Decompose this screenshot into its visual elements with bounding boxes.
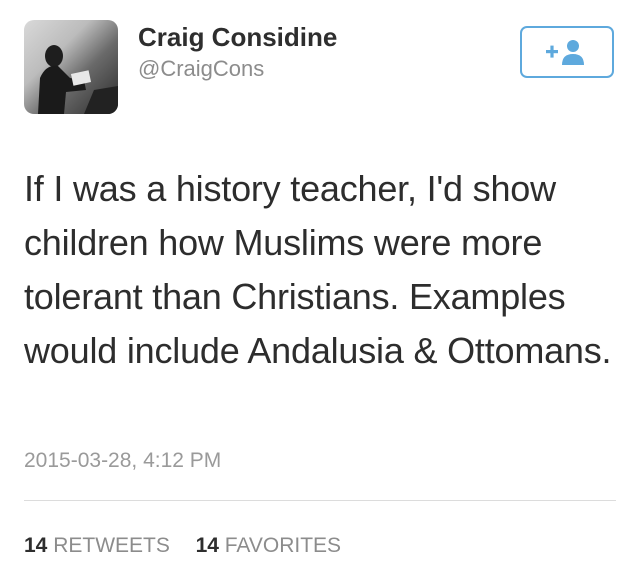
tweet-stats: 14 RETWEETS 14 FAVORITES xyxy=(24,534,341,558)
add-user-icon xyxy=(546,40,584,65)
divider xyxy=(24,500,616,501)
tweet-timestamp: 2015-03-28, 4:12 PM xyxy=(24,449,222,472)
retweets-count: 14 xyxy=(24,534,48,557)
user-handle[interactable]: @CraigCons xyxy=(138,56,264,82)
favorites-label: FAVORITES xyxy=(224,534,342,557)
user-name[interactable]: Craig Considine xyxy=(138,22,337,53)
follow-button[interactable] xyxy=(520,26,614,78)
profile-photo-icon xyxy=(38,45,118,114)
retweets-stat[interactable]: 14 RETWEETS xyxy=(24,534,176,557)
tweet-text: If I was a history teacher, I'd show chi… xyxy=(24,168,612,371)
retweets-label: RETWEETS xyxy=(53,534,170,557)
favorites-count: 14 xyxy=(195,534,219,557)
favorites-stat[interactable]: 14 FAVORITES xyxy=(190,534,342,557)
avatar[interactable] xyxy=(24,20,118,114)
